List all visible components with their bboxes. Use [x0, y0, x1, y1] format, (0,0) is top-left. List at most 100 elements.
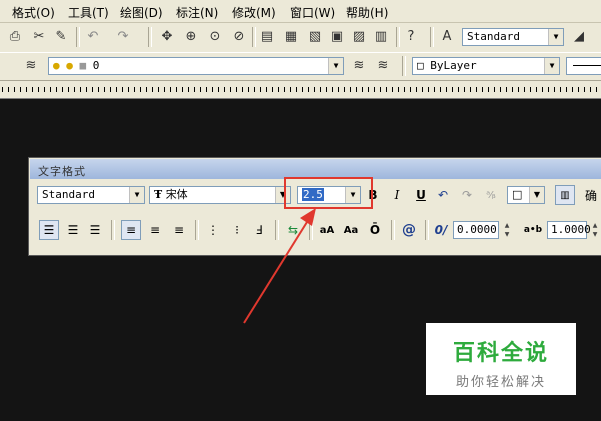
oblique-spinner-icon[interactable]: ▲ ▼	[501, 221, 513, 239]
ruler-tick	[236, 87, 237, 92]
layer-manager-icon[interactable]: ≋	[22, 57, 40, 75]
zoom-previous-icon[interactable]: ⊘	[230, 28, 248, 46]
layer-dropdown[interactable]: ● ● ■ 0 ▼	[48, 57, 344, 75]
make-layer-current-icon[interactable]: ≋	[350, 57, 368, 75]
ruler-tick	[386, 87, 387, 92]
sheet-set-icon[interactable]: ▣	[328, 28, 346, 46]
chevron-down-icon[interactable]: ▼	[544, 58, 559, 74]
help-icon[interactable]: ?	[402, 28, 420, 46]
menu-tools[interactable]: 工具(T)	[68, 4, 109, 21]
ruler-tick	[434, 87, 435, 92]
separator	[391, 220, 395, 240]
separator	[111, 220, 115, 240]
italic-button[interactable]: I	[387, 185, 407, 205]
menu-help[interactable]: 帮助(H)	[346, 4, 388, 21]
ruler-toggle-button[interactable]: ▥	[555, 185, 575, 205]
ruler-tick	[110, 87, 111, 92]
ruler-tick	[470, 87, 471, 92]
pan-icon[interactable]: ✥	[158, 28, 176, 46]
text-format-title-bar[interactable]: 文字格式	[30, 159, 601, 179]
calculator-icon[interactable]: ▥	[372, 28, 390, 46]
redo-icon[interactable]: ↷	[114, 28, 132, 46]
ruler-tick	[380, 87, 381, 92]
linetype-dropdown[interactable]	[566, 57, 601, 75]
color-value: ByLayer	[430, 59, 477, 72]
ruler-tick	[332, 87, 333, 92]
align-center-button[interactable]: ☰	[63, 220, 83, 240]
standard-toolbar: ⎙ ✂ ✎ ↶ ↷ ✥ ⊕ ⊙ ⊘ ▤ ▦ ▧ ▣ ▨ ▥ ? A Standa…	[0, 23, 601, 53]
ruler-tick	[572, 87, 573, 92]
text-style-dropdown[interactable]: Standard ▼	[462, 28, 564, 46]
align-top-button[interactable]: ≡	[121, 220, 141, 240]
cut-icon[interactable]: ✂	[30, 28, 48, 46]
menu-window[interactable]: 窗口(W)	[290, 4, 335, 21]
overline-button[interactable]: Ō	[365, 220, 385, 240]
tracking-input[interactable]: 1.0000	[547, 221, 591, 239]
undo-icon[interactable]: ↶	[84, 28, 102, 46]
color-swatch-icon: □	[512, 188, 523, 201]
linetype-line	[573, 65, 601, 66]
chevron-down-icon[interactable]: ▼	[129, 187, 144, 203]
ruler-tick	[242, 87, 243, 92]
menu-draw[interactable]: 绘图(D)	[120, 4, 163, 21]
ruler-tick	[206, 87, 207, 92]
menu-modify[interactable]: 修改(M)	[232, 4, 276, 21]
undo-icon[interactable]: ↶	[433, 185, 453, 205]
chevron-down-icon[interactable]: ▼	[529, 187, 544, 203]
menu-format[interactable]: 格式(O)	[12, 4, 55, 21]
align-right-button[interactable]: ☰	[85, 220, 105, 240]
ruler-tick	[8, 87, 9, 92]
separator	[195, 220, 199, 240]
ruler-tick	[20, 87, 21, 92]
plot-icon[interactable]: ⎙	[6, 28, 24, 46]
tool-palettes-icon[interactable]: ▧	[306, 28, 324, 46]
ruler-tick	[428, 87, 429, 92]
ruler-tick	[314, 87, 315, 92]
zoom-realtime-icon[interactable]: ⊕	[182, 28, 200, 46]
light-bulb-icon: ●	[53, 59, 60, 72]
ruler-tick	[68, 87, 69, 92]
ruler-tick	[158, 87, 159, 92]
properties-icon[interactable]: ▤	[258, 28, 276, 46]
stack-icon[interactable]: ᵃ⁄ᵦ	[481, 185, 501, 205]
ruler-tick	[578, 87, 579, 92]
lowercase-button[interactable]: Aa	[341, 220, 361, 240]
color-dropdown[interactable]: □ ByLayer ▼	[412, 57, 560, 75]
ruler-tick	[116, 87, 117, 92]
ruler-tick	[266, 87, 267, 92]
watermark-subtitle: 助你轻松解决	[455, 375, 546, 390]
ruler-tick	[482, 87, 483, 92]
ok-button[interactable]: 确	[581, 185, 601, 205]
ruler-tick	[164, 87, 165, 92]
oblique-angle-input[interactable]: 0.0000	[453, 221, 499, 239]
chevron-down-icon[interactable]: ▼	[328, 58, 343, 74]
redo-icon[interactable]: ↷	[457, 185, 477, 205]
font-value: 宋体	[165, 188, 188, 201]
ruler-tick	[56, 87, 57, 92]
style-dropdown[interactable]: Standard ▼	[37, 186, 145, 204]
ruler-tick	[152, 87, 153, 92]
menu-dimension[interactable]: 标注(N)	[176, 4, 218, 21]
ruler-tick	[320, 87, 321, 92]
underline-button[interactable]: U	[411, 185, 431, 205]
chevron-down-icon[interactable]: ▼	[548, 29, 563, 45]
numbered-list-icon[interactable]: ⋮	[203, 220, 223, 240]
text-color-dropdown[interactable]: □ ▼	[507, 186, 545, 204]
ruler	[0, 81, 601, 99]
ruler-tick	[98, 87, 99, 92]
align-bottom-button[interactable]: ≡	[169, 220, 189, 240]
markup-icon[interactable]: ▨	[350, 28, 368, 46]
match-properties-icon[interactable]: ✎	[52, 28, 70, 46]
align-left-button[interactable]: ☰	[39, 220, 59, 240]
layer-previous-icon[interactable]: ≋	[374, 57, 392, 75]
symbol-button[interactable]: @	[399, 220, 419, 240]
ruler-tick	[374, 87, 375, 92]
ruler-tick	[170, 87, 171, 92]
ruler-tick	[560, 87, 561, 92]
align-middle-button[interactable]: ≡	[145, 220, 165, 240]
design-center-icon[interactable]: ▦	[282, 28, 300, 46]
zoom-window-icon[interactable]: ⊙	[206, 28, 224, 46]
color-swatch-icon: □	[417, 59, 424, 72]
tracking-spinner-icon[interactable]: ▲ ▼	[589, 221, 601, 239]
ruler-tick	[458, 87, 459, 92]
